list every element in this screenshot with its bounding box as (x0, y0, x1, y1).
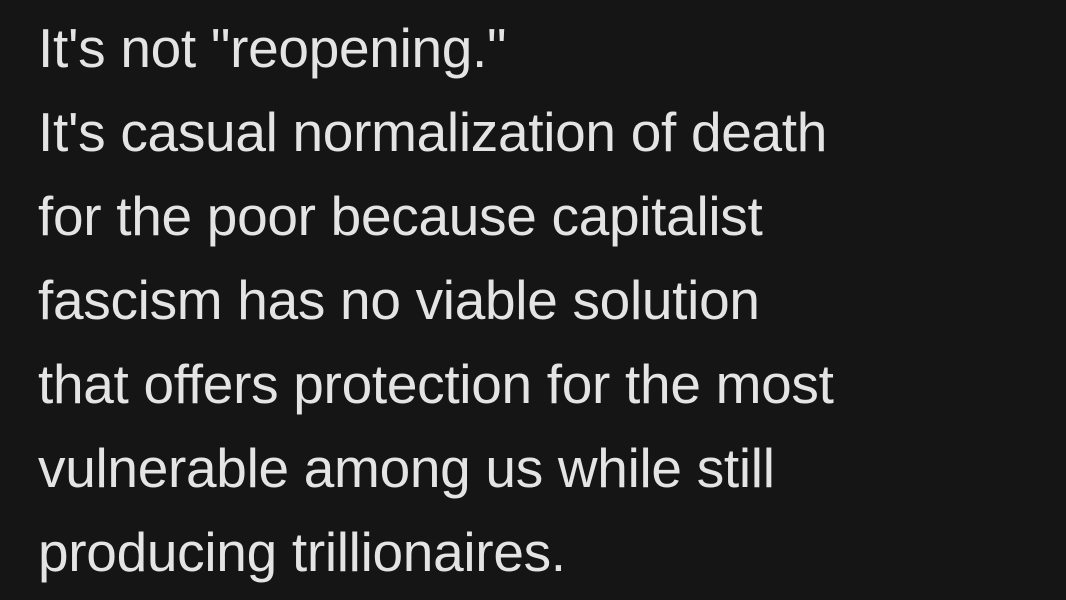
post-line: vulnerable among us while still (38, 437, 775, 499)
post-line: for the poor because capitalist (38, 185, 763, 247)
post-line: It's not "reopening." (38, 17, 507, 79)
post-text: It's not "reopening." It's casual normal… (38, 0, 834, 594)
post-line: producing trillionaires. (38, 521, 566, 583)
text-post-image: It's not "reopening." It's casual normal… (0, 0, 1066, 600)
post-line: fascism has no viable solution (38, 269, 760, 331)
post-line: It's casual normalization of death (38, 101, 828, 163)
post-line: that offers protection for the most (38, 353, 834, 415)
